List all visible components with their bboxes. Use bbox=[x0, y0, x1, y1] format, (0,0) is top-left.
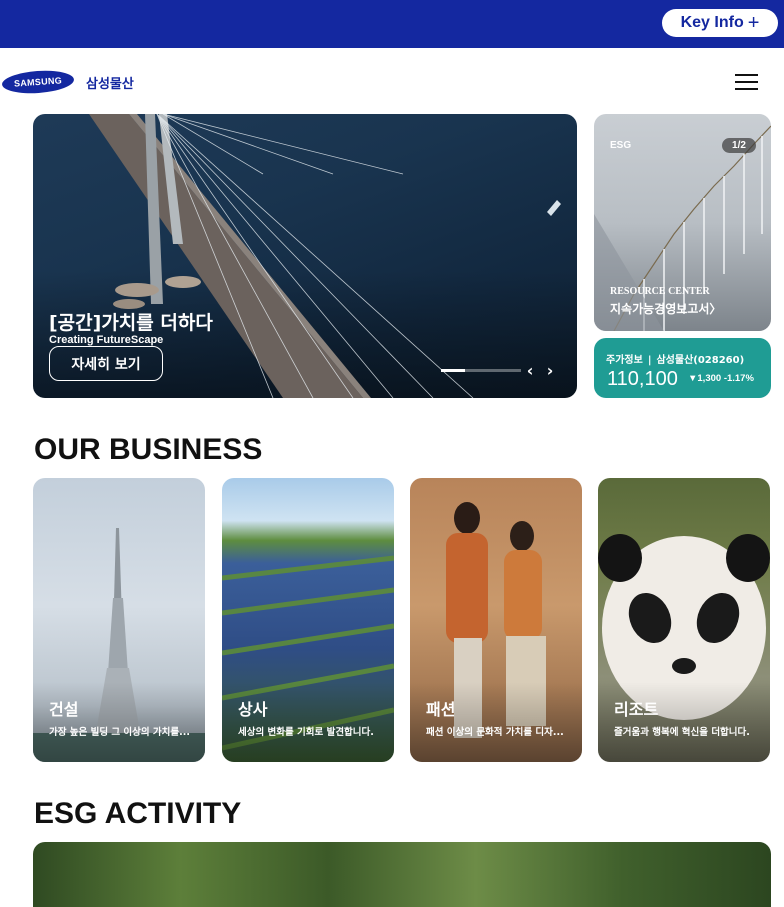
hero-subtitle: Creating FutureScape bbox=[49, 334, 164, 346]
business-desc: 즐거움과 행복에 혁신을 더합니다. bbox=[614, 727, 750, 738]
stock-label: 주가정보 bbox=[606, 355, 643, 366]
hero-detail-button[interactable]: 자세히 보기 bbox=[49, 346, 163, 381]
hamburger-menu-icon[interactable] bbox=[735, 74, 759, 90]
hero-progress-bar bbox=[441, 369, 521, 372]
esg-pager: 1/2 bbox=[722, 138, 756, 153]
hero-title: [공간]가치를 더하다 bbox=[49, 312, 213, 334]
key-info-label: Key Info bbox=[680, 14, 744, 31]
stock-company: 삼성물산(028260) bbox=[656, 355, 745, 366]
sustainability-report-link[interactable]: 지속가능경영보고서〉 bbox=[610, 300, 721, 317]
site-header: SAMSUNG 삼성물산 bbox=[0, 48, 784, 112]
top-bar: Key Info + bbox=[0, 0, 784, 48]
chevron-left-icon[interactable]: ‹ bbox=[523, 361, 537, 380]
business-card-trading[interactable]: 상사 세상의 변화를 기회로 발견합니다. bbox=[222, 478, 394, 762]
business-card-construction[interactable]: 건설 가장 높은 빌딩 그 이상의 가치를... bbox=[33, 478, 205, 762]
esg-resource-card[interactable]: ESG 1/2 RESOURCE CENTER 지속가능경영보고서〉 bbox=[594, 114, 771, 331]
stock-change: ▼1,300 -1.17% bbox=[688, 373, 754, 384]
chevron-right-icon[interactable]: › bbox=[543, 361, 557, 380]
business-desc: 세상의 변화를 기회로 발견합니다. bbox=[238, 727, 374, 738]
stock-info-card[interactable]: 주가정보 | 삼성물산(028260) 110,100 ▼1,300 -1.17% bbox=[594, 338, 771, 398]
business-name: 건설 bbox=[49, 700, 79, 719]
esg-label: ESG bbox=[610, 140, 632, 151]
hero-banner[interactable]: [공간]가치를 더하다 Creating FutureScape 자세히 보기 … bbox=[33, 114, 577, 398]
our-business-title: OUR BUSINESS bbox=[34, 433, 263, 466]
resource-center-label: RESOURCE CENTER bbox=[610, 286, 710, 297]
key-info-button[interactable]: Key Info + bbox=[662, 9, 778, 37]
business-name: 패션 bbox=[426, 700, 456, 719]
stock-price: 110,100 bbox=[607, 368, 678, 390]
business-desc: 패션 이상의 문화적 가치를 디자... bbox=[426, 727, 564, 738]
company-name[interactable]: 삼성물산 bbox=[86, 73, 134, 92]
business-desc: 가장 높은 빌딩 그 이상의 가치를... bbox=[49, 727, 190, 738]
business-card-fashion[interactable]: 패션 패션 이상의 문화적 가치를 디자... bbox=[410, 478, 582, 762]
stock-header: 주가정보 | 삼성물산(028260) bbox=[606, 351, 744, 366]
logo-text: SAMSUNG bbox=[13, 75, 63, 89]
hero-progress-fill bbox=[441, 369, 465, 372]
esg-activity-title: ESG ACTIVITY bbox=[34, 797, 242, 830]
plus-icon: + bbox=[747, 12, 760, 34]
esg-activity-image[interactable] bbox=[33, 842, 771, 907]
business-name: 상사 bbox=[238, 700, 268, 719]
business-card-resort[interactable]: 리조트 즐거움과 행복에 혁신을 더합니다. bbox=[598, 478, 770, 762]
samsung-logo[interactable]: SAMSUNG bbox=[1, 68, 75, 96]
business-name: 리조트 bbox=[614, 700, 659, 719]
stock-separator: | bbox=[647, 355, 652, 366]
